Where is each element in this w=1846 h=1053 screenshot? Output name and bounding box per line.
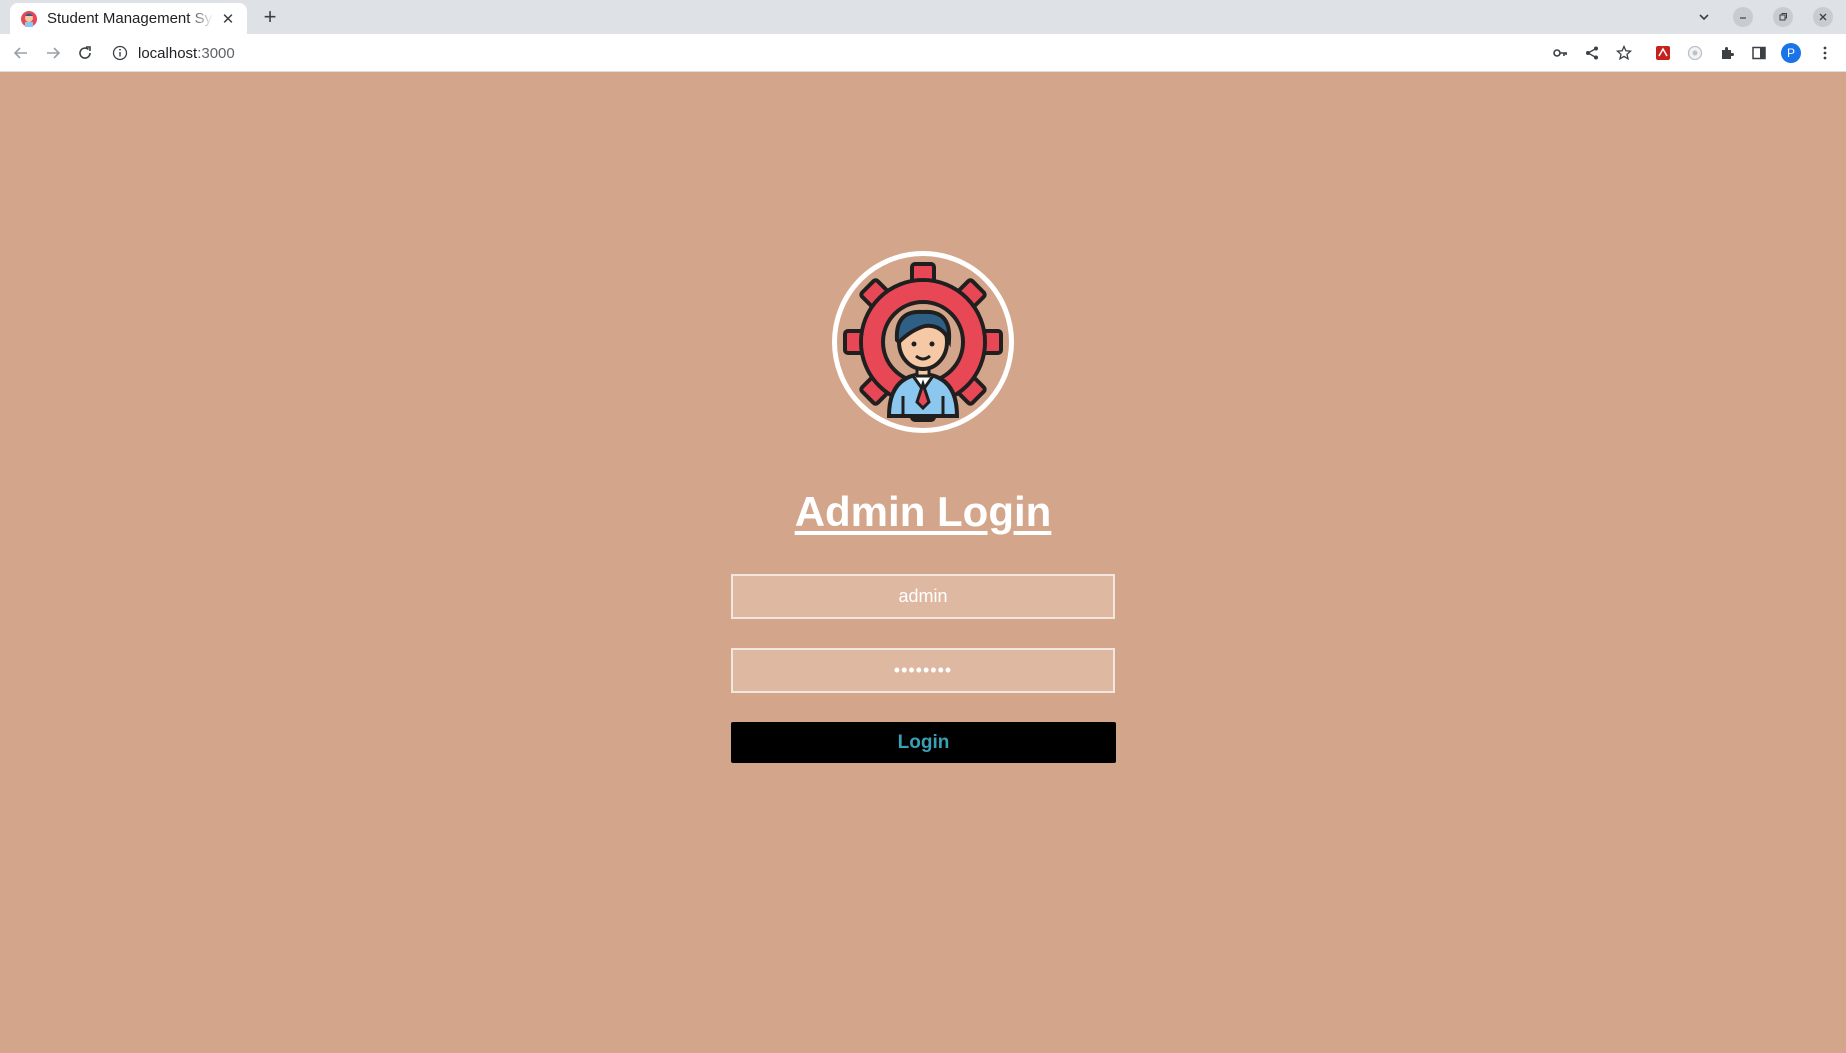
browser-toolbar: localhost:3000 P [0,34,1846,72]
browser-tab-strip: Student Management System ✕ + [0,0,1846,34]
browser-tab-active[interactable]: Student Management System ✕ [10,3,247,34]
login-page [0,72,1846,1053]
tab-title: Student Management System [47,10,213,27]
restore-icon[interactable] [1773,7,1793,27]
tab-close-icon[interactable]: ✕ [219,10,237,28]
extension-circle-icon[interactable] [1684,42,1706,64]
close-window-icon[interactable] [1813,7,1833,27]
bookmark-star-icon[interactable] [1613,42,1635,64]
address-bar[interactable]: localhost:3000 [112,39,1112,67]
forward-arrow-icon[interactable] [42,42,64,64]
profile-avatar[interactable]: P [1781,43,1801,63]
username-input[interactable] [731,574,1115,619]
menu-kebab-icon[interactable] [1814,42,1836,64]
extension-red-icon[interactable] [1652,42,1674,64]
url-host: localhost [138,44,198,62]
reload-icon[interactable] [74,42,96,64]
password-input[interactable] [731,648,1115,693]
side-panel-icon[interactable] [1748,42,1770,64]
admin-logo [832,251,1014,433]
admin-gear-person-icon [843,262,1003,422]
extensions-puzzle-icon[interactable] [1716,42,1738,64]
admin-favicon-icon [21,10,37,27]
site-info-icon[interactable] [112,45,128,61]
tab-search-chevron-icon[interactable] [1693,6,1715,28]
page-title: Admin Login [794,488,1052,535]
minimize-icon[interactable] [1733,7,1753,27]
login-button[interactable]: Login [731,722,1116,763]
share-icon[interactable] [1581,42,1603,64]
url-port: :3000 [197,44,235,62]
password-key-icon[interactable] [1549,42,1571,64]
new-tab-button[interactable]: + [259,6,281,28]
back-arrow-icon[interactable] [10,42,32,64]
